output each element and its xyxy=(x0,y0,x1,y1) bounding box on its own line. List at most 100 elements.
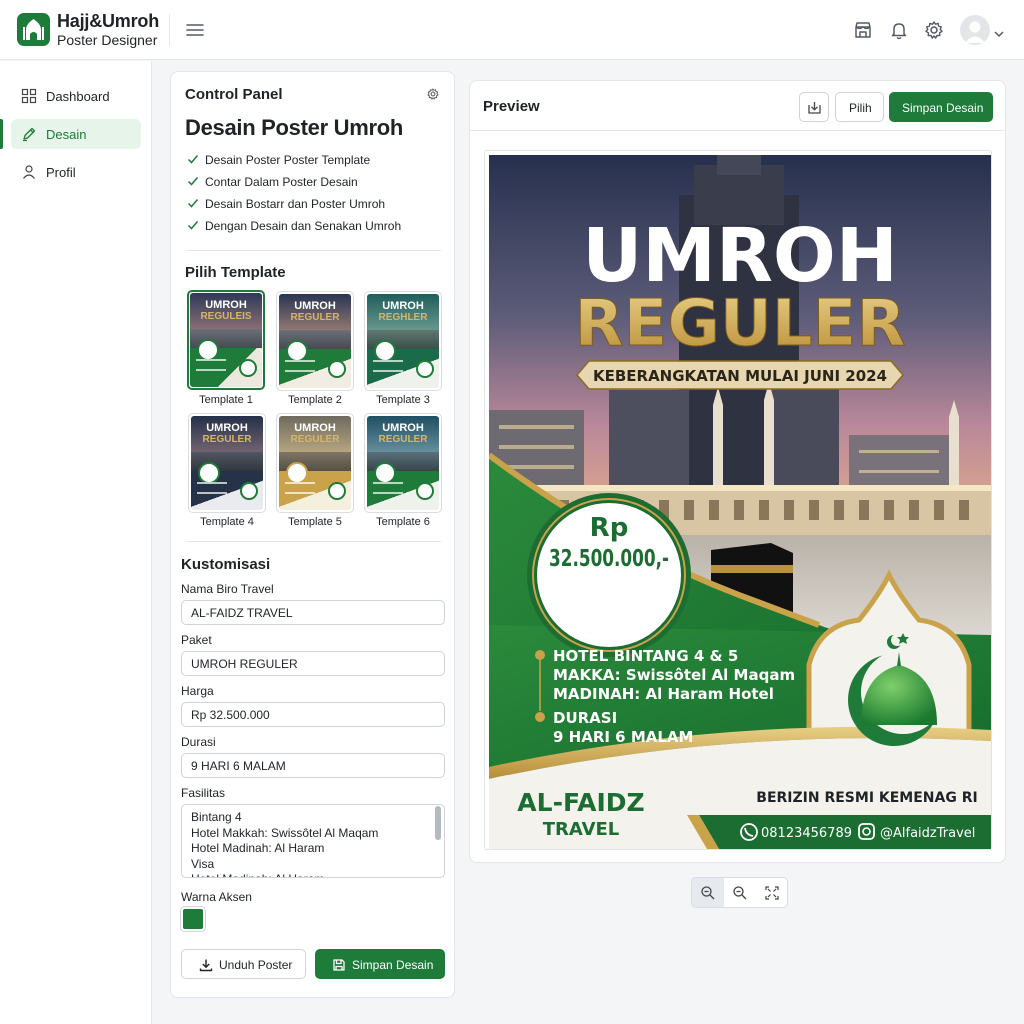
poster-brand-travel: TRAVEL xyxy=(543,819,620,840)
poster-duration-value: 9 HARI 6 MALAM xyxy=(553,728,693,746)
chevron-down-icon[interactable] xyxy=(994,25,1004,43)
grid-icon xyxy=(21,88,37,107)
poster-hotel-line-2: MAKKA: Swissôtel Al Maqam xyxy=(553,666,795,684)
template-thumb-subtitle: REGULER xyxy=(202,434,252,445)
bell-icon[interactable] xyxy=(888,19,910,41)
template-thumb-title: UMROH xyxy=(294,422,336,434)
template-label: Template 5 xyxy=(288,516,342,528)
template-thumb-title: UMROH xyxy=(205,299,247,311)
template-card-4[interactable]: UMROH REGULER xyxy=(188,413,266,513)
template-label: Template 1 xyxy=(199,394,253,406)
template-thumb-subtitle: REGHLER xyxy=(378,312,428,323)
check-icon xyxy=(187,153,199,168)
checklist-text: Desain Bostarr dan Poster Umroh xyxy=(205,197,386,211)
template-card-1[interactable]: UMROH REGULEIS xyxy=(187,290,265,390)
pick-label: Pilih xyxy=(849,101,872,115)
template-thumbnail: UMROH REGULER xyxy=(279,416,351,510)
fit-screen-icon xyxy=(765,886,779,900)
app-subtitle: Poster Designer xyxy=(57,32,158,48)
save-design-button[interactable]: Simpan Desain xyxy=(315,949,445,979)
poster-departure: KEBERANGKATAN MULAI JUNI 2024 xyxy=(593,367,887,385)
fit-screen-button[interactable] xyxy=(756,878,788,907)
divider xyxy=(185,541,441,542)
template-section-title: Pilih Template xyxy=(185,264,286,281)
sidebar-item-desain[interactable]: Desain xyxy=(0,119,141,149)
template-thumb-subtitle: REGULER xyxy=(290,312,340,323)
accent-color-swatch[interactable] xyxy=(181,907,205,931)
price-label: Harga xyxy=(181,684,214,698)
download-icon xyxy=(199,958,213,975)
settings-gear-icon[interactable] xyxy=(923,19,945,41)
sidebar-item-label: Desain xyxy=(46,127,87,142)
poster-phone: 08123456789 xyxy=(761,826,852,841)
export-button[interactable] xyxy=(799,92,829,122)
template-label: Template 3 xyxy=(376,394,430,406)
package-label: Paket xyxy=(181,633,212,647)
template-thumbnail: UMROH REGULER xyxy=(279,294,351,388)
shop-icon[interactable] xyxy=(852,19,874,41)
poster-frame: UMROH REGULER KEBERANGKATAN MULAI JUNI 2… xyxy=(484,150,992,850)
panel-title: Control Panel xyxy=(185,86,283,103)
poster-price-prefix: Rp xyxy=(590,513,629,543)
zoom-out-icon xyxy=(733,886,747,900)
panel-settings-icon[interactable] xyxy=(426,87,440,106)
check-icon xyxy=(187,219,199,234)
download-tray-icon xyxy=(807,100,822,118)
zoom-out-button[interactable] xyxy=(724,878,756,907)
sidebar-item-dashboard[interactable]: Dashboard xyxy=(11,81,141,111)
template-thumb-subtitle: REGULER xyxy=(290,434,340,445)
poster-canvas: UMROH REGULER KEBERANGKATAN MULAI JUNI 2… xyxy=(489,155,991,849)
checklist-text: Desain Poster Poster Template xyxy=(205,153,371,167)
template-thumbnail: UMROH REGHLER xyxy=(367,294,439,388)
price-input[interactable] xyxy=(181,702,445,727)
travel-name-input[interactable] xyxy=(181,600,445,625)
sidebar-item-profil[interactable]: Profil xyxy=(11,157,141,187)
template-thumb-title: UMROH xyxy=(206,422,248,434)
zoom-controls xyxy=(691,877,788,908)
facilities-label: Fasilitas xyxy=(181,786,226,800)
template-thumb-subtitle: REGULER xyxy=(378,434,428,445)
facilities-textarea[interactable]: Bintang 4 Hotel Makkah: Swissôtel Al Maq… xyxy=(181,804,445,878)
hamburger-menu-icon[interactable] xyxy=(184,20,206,40)
poster-hotel-line-3: MADINAH: Al Haram Hotel xyxy=(553,685,774,703)
template-thumbnail: UMROH REGULEIS xyxy=(190,293,262,387)
poster-brand-name: AL-FAIDZ xyxy=(517,788,644,817)
sidebar-item-label: Dashboard xyxy=(46,89,110,104)
template-label: Template 4 xyxy=(200,516,254,528)
download-poster-button[interactable]: Unduh Poster xyxy=(181,949,306,979)
user-icon xyxy=(21,164,37,183)
package-input[interactable] xyxy=(181,651,445,676)
checklist-text: Dengan Desain dan Senakan Umroh xyxy=(205,219,402,233)
template-card-6[interactable]: UMROH REGULER xyxy=(364,413,442,513)
pick-button[interactable]: Pilih xyxy=(835,92,884,122)
template-thumb-title: UMROH xyxy=(382,300,424,312)
header-divider xyxy=(169,14,170,46)
template-card-5[interactable]: UMROH REGULER xyxy=(276,413,354,513)
poster-artwork: UMROH REGULER KEBERANGKATAN MULAI JUNI 2… xyxy=(489,155,991,849)
zoom-in-button[interactable] xyxy=(692,878,724,907)
user-avatar[interactable] xyxy=(960,15,990,45)
preview-panel: Preview Pilih Simpan Desain UMROH REGULE… xyxy=(469,80,1006,863)
textarea-scrollbar[interactable] xyxy=(435,806,441,840)
template-label: Template 2 xyxy=(288,394,342,406)
template-card-3[interactable]: UMROH REGHLER xyxy=(364,291,442,391)
poster-duration-label: DURASI xyxy=(553,709,617,727)
mosque-logo-icon xyxy=(17,13,50,46)
duration-label: Durasi xyxy=(181,735,216,749)
preview-save-button[interactable]: Simpan Desain xyxy=(889,92,993,122)
template-thumb-title: UMROH xyxy=(294,300,336,312)
travel-name-label: Nama Biro Travel xyxy=(181,582,274,596)
template-card-2[interactable]: UMROH REGULER xyxy=(276,291,354,391)
duration-input[interactable] xyxy=(181,753,445,778)
check-icon xyxy=(187,175,199,190)
download-poster-label: Unduh Poster xyxy=(219,958,293,972)
template-thumb-subtitle: REGULEIS xyxy=(200,311,252,322)
divider xyxy=(185,250,441,251)
control-panel: Control Panel Desain Poster Umroh Desain… xyxy=(170,71,455,998)
accent-color-label: Warna Aksen xyxy=(181,890,252,904)
customize-section-title: Kustomisasi xyxy=(181,556,271,573)
template-thumb-title: UMROH xyxy=(382,422,424,434)
top-bar: Hajj&Umroh Poster Designer xyxy=(0,0,1024,60)
preview-save-label: Simpan Desain xyxy=(902,101,984,115)
poster-instagram: @AlfaidzTravel xyxy=(880,826,975,841)
